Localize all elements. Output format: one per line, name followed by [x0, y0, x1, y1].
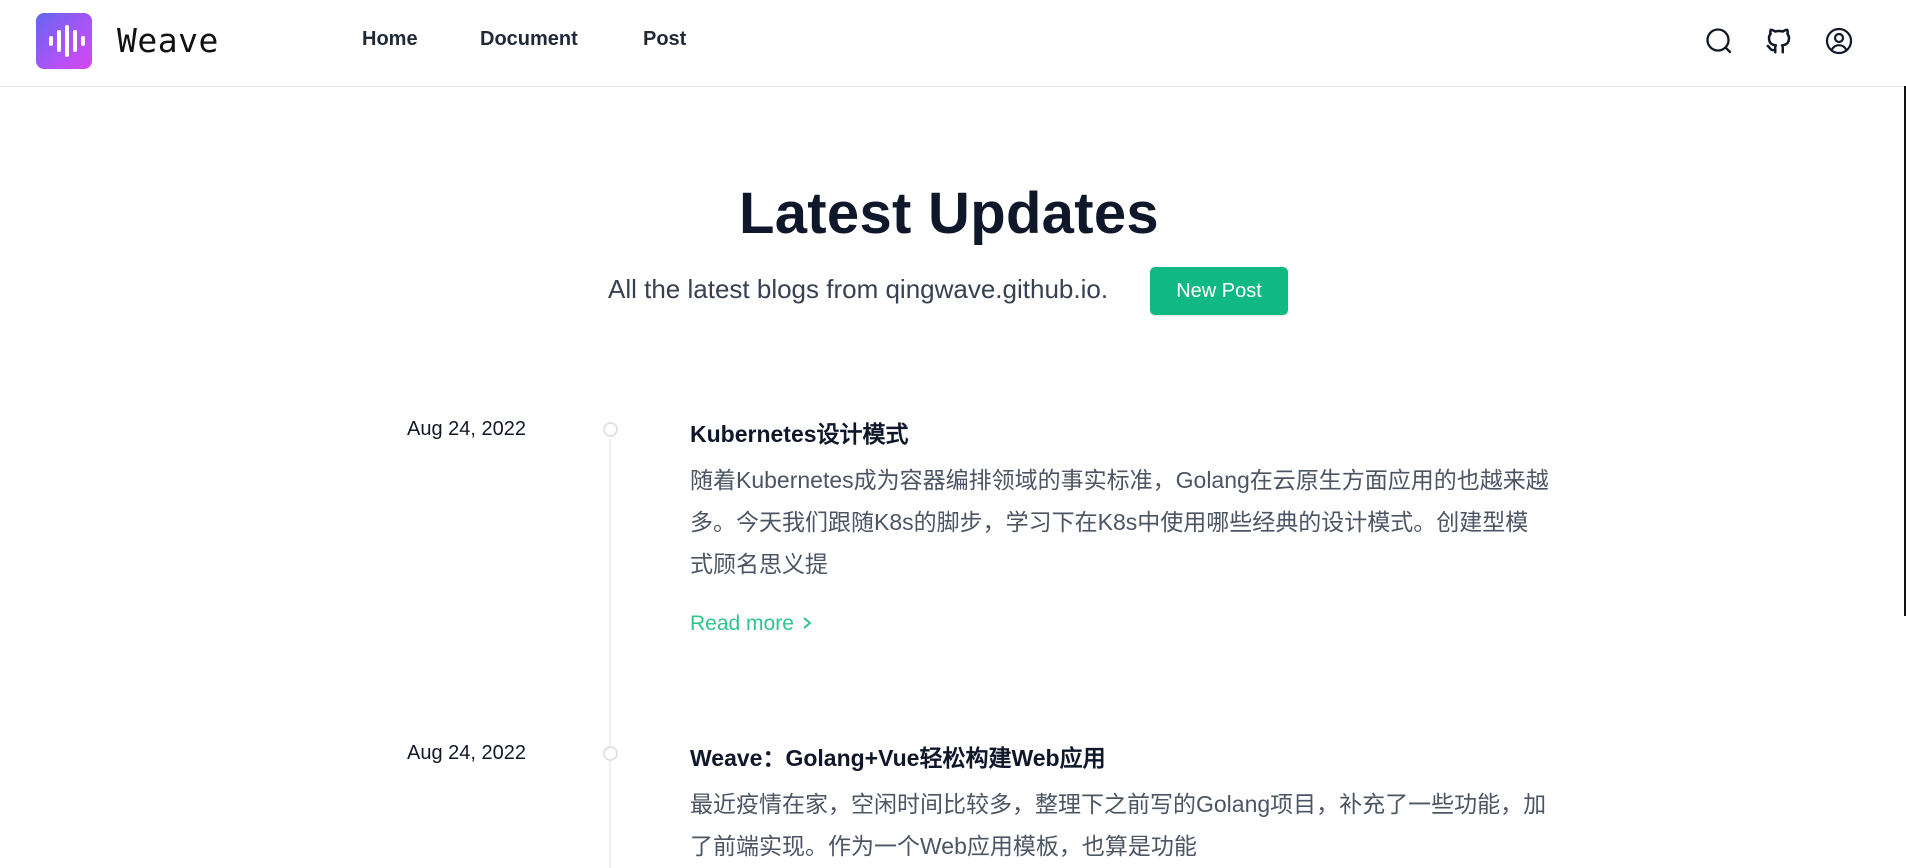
logo-bar: [57, 30, 61, 52]
post-excerpt: 最近疫情在家，空闲时间比较多，整理下之前写的Golang项目，补充了一些功能，加…: [690, 791, 1547, 859]
nav-document[interactable]: Document: [480, 28, 578, 51]
post-date: Aug 24, 2022: [407, 418, 526, 440]
github-icon[interactable]: [1764, 26, 1794, 56]
post-title-link[interactable]: Kubernetes设计模式: [690, 415, 909, 449]
read-more-link[interactable]: Read more: [690, 612, 812, 636]
search-icon[interactable]: [1704, 26, 1734, 56]
user-circle-icon[interactable]: [1824, 26, 1854, 56]
chevron-right-icon: [802, 612, 812, 636]
nav-post[interactable]: Post: [643, 28, 686, 51]
weave-logo-icon[interactable]: [36, 13, 92, 69]
timeline-dot: [603, 746, 618, 761]
page-subtitle: All the latest blogs from qingwave.githu…: [608, 274, 1109, 304]
post-excerpt: 随着Kubernetes成为容器编排领域的事实标准，Golang在云原生方面应用…: [690, 467, 1549, 577]
timeline-dot: [603, 422, 618, 437]
new-post-button[interactable]: New Post: [1150, 267, 1288, 315]
nav-home[interactable]: Home: [362, 28, 418, 51]
logo-bar: [81, 36, 85, 46]
read-more-label: Read more: [690, 612, 794, 635]
post-date: Aug 24, 2022: [407, 742, 526, 764]
page-title: Latest Updates: [739, 181, 1159, 246]
logo-bar: [73, 30, 77, 52]
timeline-line: [609, 438, 611, 868]
brand-name[interactable]: Weave: [117, 21, 219, 60]
logo-bar: [49, 36, 53, 46]
post-title-link[interactable]: Weave：Golang+Vue轻松构建Web应用: [690, 739, 1106, 773]
top-navbar: Weave Home Document Post: [0, 0, 1906, 87]
logo-bar: [65, 25, 69, 57]
